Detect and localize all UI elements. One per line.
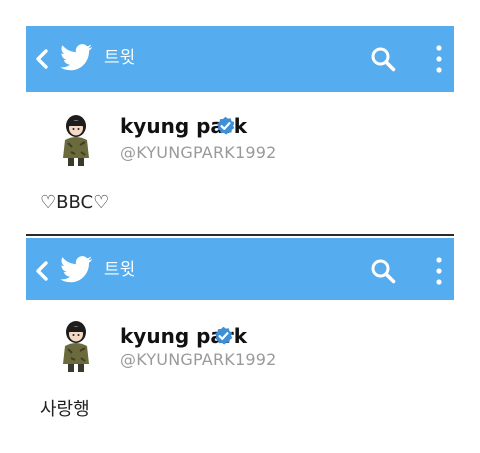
twitter-bird-icon[interactable] <box>59 43 93 73</box>
tweet-text: ♡BBC♡ <box>40 192 110 213</box>
author-handle[interactable]: @KYUNGPARK1992 <box>120 143 276 163</box>
avatar[interactable] <box>54 112 98 170</box>
tweet-screenshots: 트윗 kyung park @KYUNGPARK1992 ♡BBC♡ 트윗 ky… <box>0 0 480 453</box>
search-icon[interactable] <box>370 258 396 284</box>
tweet-text: 사랑행 <box>40 399 90 420</box>
chevron-left-icon[interactable] <box>34 260 50 282</box>
app-bar: 트윗 <box>26 26 454 92</box>
app-bar: 트윗 <box>26 238 454 300</box>
search-icon[interactable] <box>370 46 396 72</box>
tweet-screen-2: 트윗 kyung park @KYUNGPARK1992 사랑행 <box>0 236 480 436</box>
chevron-left-icon[interactable] <box>34 48 50 70</box>
author-handle[interactable]: @KYUNGPARK1992 <box>120 350 276 370</box>
appbar-title: 트윗 <box>104 260 136 280</box>
more-vertical-icon[interactable] <box>434 44 444 74</box>
avatar[interactable] <box>54 318 98 376</box>
tweet-screen-1: 트윗 kyung park @KYUNGPARK1992 ♡BBC♡ <box>0 26 480 222</box>
twitter-bird-icon[interactable] <box>59 255 93 285</box>
verified-badge-icon <box>215 116 236 137</box>
appbar-title: 트윗 <box>104 48 136 68</box>
more-vertical-icon[interactable] <box>434 256 444 286</box>
verified-badge-icon <box>213 326 234 347</box>
